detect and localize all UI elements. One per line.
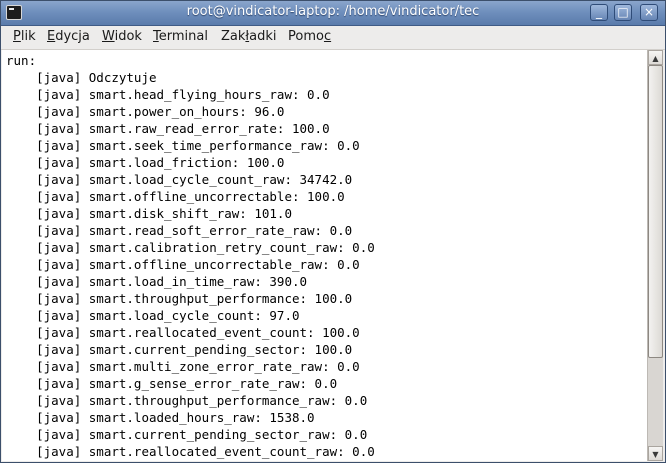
terminal-line: [java] smart.load_friction: 100.0 xyxy=(6,155,285,170)
menu-terminal[interactable]: Terminal xyxy=(153,29,208,44)
terminal-line: [java] smart.multi_zone_error_rate_raw: … xyxy=(6,359,360,374)
menu-zakladki[interactable]: Zakładki xyxy=(221,29,276,44)
terminal-line: [java] smart.seek_time_performance_raw: … xyxy=(6,138,360,153)
terminal-line: [java] smart.load_cycle_count: 97.0 xyxy=(6,308,300,323)
scroll-up-arrow-icon[interactable]: ▲ xyxy=(648,50,663,65)
terminal-line: [java] smart.disk_shift_raw: 101.0 xyxy=(6,206,292,221)
terminal-line: [java] smart.load_cycle_count_raw: 34742… xyxy=(6,172,353,187)
title-bar[interactable]: root@vindicator-laptop: /home/vindicator… xyxy=(1,1,665,26)
terminal-line: [java] smart.load_in_time_raw: 390.0 xyxy=(6,274,308,289)
terminal-line: [java] smart.throughput_performance_raw:… xyxy=(6,393,368,408)
terminal-line: [java] smart.calibration_retry_count_raw… xyxy=(6,240,375,255)
menu-pomoc[interactable]: Pomoc xyxy=(288,29,331,44)
terminal-line: [java] smart.throughput_performance: 100… xyxy=(6,291,353,306)
terminal-line: [java] smart.raw_read_error_rate: 100.0 xyxy=(6,121,330,136)
terminal-line: [java] smart.reallocated_event_count_raw… xyxy=(6,444,375,459)
terminal-line: [java] smart.offline_uncorrectable_raw: … xyxy=(6,257,360,272)
window-title: root@vindicator-laptop: /home/vindicator… xyxy=(186,4,480,19)
terminal-line: [java] smart.read_soft_error_rate_raw: 0… xyxy=(6,223,353,238)
minimize-button[interactable]: _ xyxy=(590,4,608,21)
terminal-line: [java] smart.offline_uncorrectable: 100.… xyxy=(6,189,345,204)
terminal-line: [java] smart.loaded_hours_raw: 1538.0 xyxy=(6,410,315,425)
terminal-line: [java] smart.g_sense_error_rate_raw: 0.0 xyxy=(6,376,338,391)
maximize-button[interactable]: □ xyxy=(614,4,632,21)
menu-widok[interactable]: Widok xyxy=(102,29,142,44)
terminal-window: root@vindicator-laptop: /home/vindicator… xyxy=(0,0,666,463)
terminal-line: [java] smart.current_pending_sector_raw:… xyxy=(6,427,368,442)
scroll-down-arrow-icon[interactable]: ▼ xyxy=(648,446,663,461)
terminal-line: [java] smart.power_on_hours: 96.0 xyxy=(6,104,285,119)
menu-edycja[interactable]: Edycja xyxy=(47,29,90,44)
menu-bar: Plik Edycja Widok Terminal Zakładki Pomo… xyxy=(1,26,665,50)
terminal-line: [java] smart.head_flying_hours_raw: 0.0 xyxy=(6,87,330,102)
terminal-line: [java] smart.reallocated_event_count: 10… xyxy=(6,325,360,340)
menu-plik[interactable]: Plik xyxy=(13,29,36,44)
terminal-output[interactable]: run: [java] Odczytuje [java] smart.head_… xyxy=(2,50,647,461)
terminal-line: run: xyxy=(6,53,37,68)
close-button[interactable]: × xyxy=(640,4,658,21)
vertical-scrollbar[interactable]: ▲ ▼ xyxy=(647,50,663,461)
terminal-line: [java] smart.current_pending_sector: 100… xyxy=(6,342,353,357)
terminal-line: [java] Odczytuje xyxy=(6,70,157,85)
scrollbar-thumb[interactable] xyxy=(648,65,663,358)
